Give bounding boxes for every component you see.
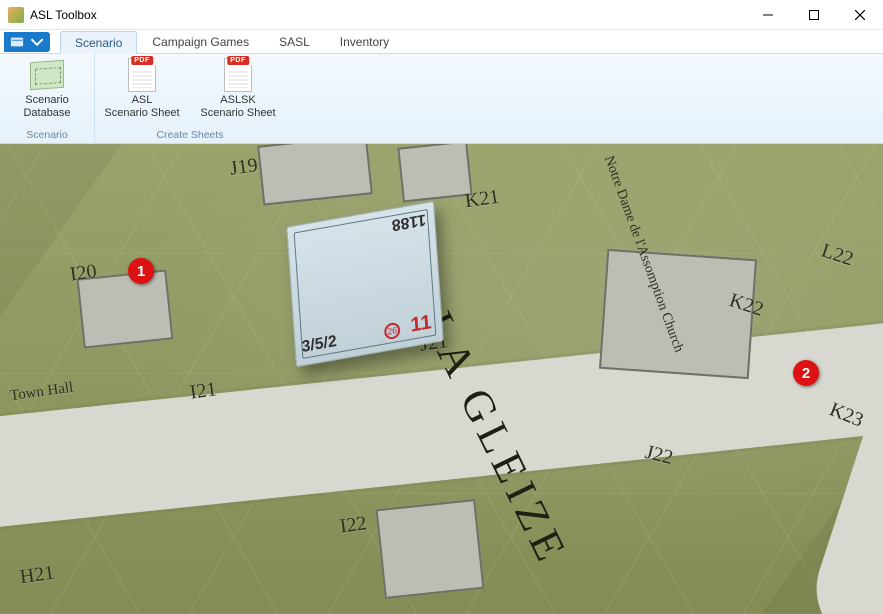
ribbon: ScenarioDatabase Scenario PDF ASLScenari…: [0, 54, 883, 144]
hex-label: L22: [818, 240, 856, 272]
pdf-icon: PDF: [224, 58, 252, 92]
counter-side-text: 3/5/2: [301, 333, 337, 357]
board-marker: 1: [128, 258, 154, 284]
ribbon-tabs: Scenario Campaign Games SASL Inventory: [60, 30, 404, 53]
tab-sasl[interactable]: SASL: [264, 30, 325, 53]
maximize-button[interactable]: [791, 0, 837, 30]
map-icon: [30, 60, 64, 90]
hex-label: H21: [19, 562, 56, 590]
tab-label: Inventory: [340, 35, 389, 49]
pdf-icon: PDF: [128, 58, 156, 92]
game-board-image: I20 J19 K21 L22 I21 J21 K22 J22 K23 H21 …: [0, 144, 883, 614]
button-label-line: ASL: [132, 94, 153, 106]
hex-label: K21: [464, 186, 501, 214]
ribbon-tabs-row: Scenario Campaign Games SASL Inventory: [0, 30, 883, 54]
qat-dropdown-icon[interactable]: [30, 35, 44, 49]
board-building: [257, 144, 373, 206]
button-label-line: ASLSK: [220, 94, 255, 106]
qat-app-icon: [10, 35, 24, 49]
counter-top-number: 1188: [391, 209, 426, 233]
close-button[interactable]: [837, 0, 883, 30]
app-icon: [8, 7, 24, 23]
window-title: ASL Toolbox: [30, 8, 97, 22]
hex-label: I22: [339, 512, 369, 538]
button-label-line: Scenario: [25, 94, 68, 106]
board-marker: 2: [793, 360, 819, 386]
ribbon-group-label: Scenario: [26, 129, 67, 141]
button-label-line: Database: [23, 107, 70, 119]
hex-label: I21: [189, 378, 219, 404]
marker-number: 2: [802, 365, 810, 382]
aslsk-scenario-sheet-button[interactable]: PDF ASLSKScenario Sheet: [199, 58, 277, 120]
counter-red-circle: 26: [384, 322, 401, 341]
title-bar: ASL Toolbox: [0, 0, 883, 30]
board-building: [397, 144, 472, 203]
button-label-line: Scenario Sheet: [200, 107, 275, 119]
ribbon-group-label: Create Sheets: [156, 129, 223, 141]
board-building-church: [599, 249, 757, 379]
board-building: [376, 499, 485, 599]
hex-label: I20: [69, 260, 99, 286]
pdf-badge: PDF: [227, 56, 249, 65]
scenario-database-button[interactable]: ScenarioDatabase: [8, 58, 86, 120]
tab-scenario[interactable]: Scenario: [60, 31, 137, 54]
minimize-button[interactable]: [745, 0, 791, 30]
pdf-badge: PDF: [131, 56, 153, 65]
ribbon-group-create-sheets: PDF ASLScenario Sheet PDF ASLSKScenario …: [94, 54, 285, 143]
asl-scenario-sheet-button[interactable]: PDF ASLScenario Sheet: [103, 58, 181, 120]
tab-label: SASL: [279, 35, 310, 49]
window-controls: [745, 0, 883, 30]
tab-campaign-games[interactable]: Campaign Games: [137, 30, 264, 53]
tab-label: Campaign Games: [152, 35, 249, 49]
content-area: I20 J19 K21 L22 I21 J21 K22 J22 K23 H21 …: [0, 144, 883, 614]
marker-number: 1: [137, 263, 145, 280]
tab-inventory[interactable]: Inventory: [325, 30, 404, 53]
button-label-line: Scenario Sheet: [104, 107, 179, 119]
tab-label: Scenario: [75, 36, 122, 50]
town-hall-label: Town Hall: [9, 380, 74, 406]
game-counter: 1188 3/5/2 11 26: [286, 201, 444, 367]
quick-access-toolbar[interactable]: [4, 32, 50, 52]
ribbon-group-scenario: ScenarioDatabase Scenario: [0, 54, 94, 143]
hex-label: J19: [229, 154, 260, 181]
counter-red-number: 11: [410, 311, 432, 338]
